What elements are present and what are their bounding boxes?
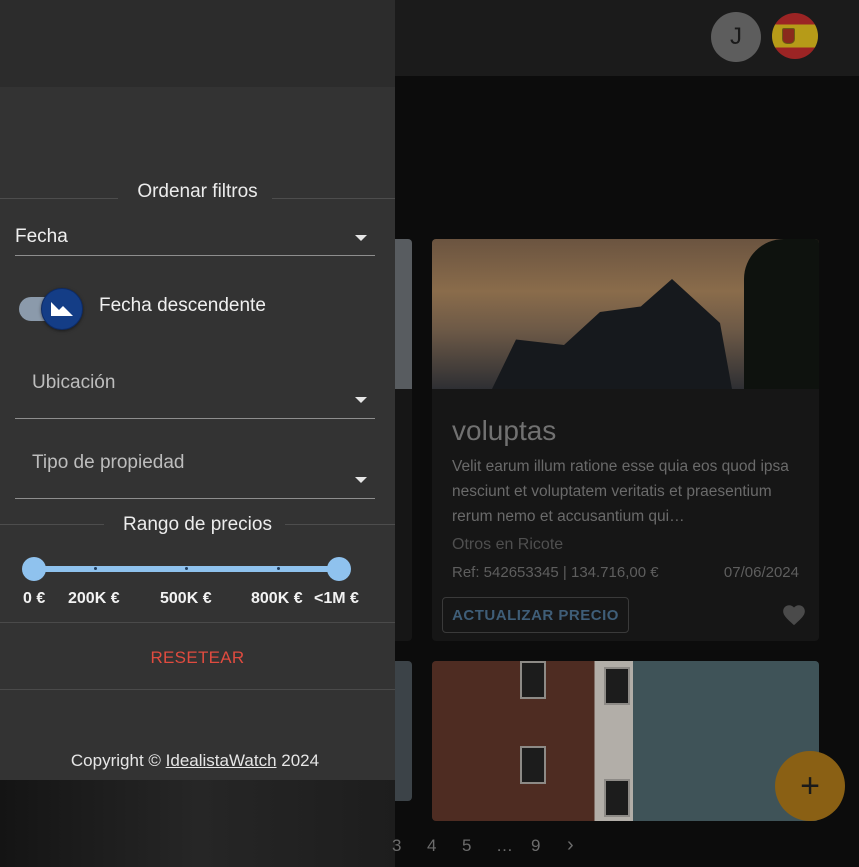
descending-chart-icon (51, 302, 73, 316)
page-link[interactable]: 3 (392, 836, 401, 856)
copyright-year: 2024 (281, 751, 320, 770)
divider (0, 689, 395, 690)
price-section-header: Rango de precios (0, 514, 395, 538)
page-link[interactable]: 9 (531, 836, 540, 856)
page-link[interactable]: 5 (462, 836, 471, 856)
sort-section-title: Ordenar filtros (137, 181, 258, 202)
tree-silhouette (744, 239, 819, 389)
filter-drawer: Ordenar filtros Fecha Fecha descendente … (0, 87, 395, 780)
update-price-button[interactable]: ACTUALIZAR PRECIO (442, 597, 629, 633)
roof-silhouette (492, 279, 732, 389)
reset-filters-button[interactable]: RESETEAR (0, 643, 395, 673)
price-range-slider[interactable] (22, 556, 352, 582)
brand-link[interactable]: IdealistaWatch (166, 751, 277, 770)
avatar-initial: J (730, 23, 742, 50)
sort-direction-label: Fecha descendente (99, 295, 266, 316)
price-mark-label: 800K € (251, 590, 303, 607)
slider-tick (277, 567, 280, 570)
caret-down-icon (355, 235, 367, 241)
user-avatar[interactable]: J (711, 12, 761, 62)
add-property-fab[interactable]: + (775, 751, 845, 821)
sort-field-value: Fecha (15, 226, 68, 247)
building-window (520, 661, 546, 699)
caret-down-icon (355, 477, 367, 483)
property-image (432, 239, 819, 389)
favorite-heart-icon[interactable] (781, 602, 807, 628)
flag-crest (782, 28, 795, 44)
page-link[interactable]: 4 (427, 836, 436, 856)
slider-tick (94, 567, 97, 570)
slider-max-handle[interactable] (327, 557, 351, 581)
toggle-thumb (41, 288, 83, 330)
building-window (520, 746, 546, 784)
sort-section-header: Ordenar filtros (0, 181, 395, 205)
property-card[interactable] (432, 661, 819, 821)
card-title: voluptas (452, 415, 557, 446)
property-card[interactable]: voluptas Velit earum illum ratione esse … (432, 239, 819, 641)
property-type-placeholder: Tipo de propiedad (32, 452, 185, 473)
price-section-title: Rango de precios (123, 514, 272, 535)
property-type-select[interactable]: Tipo de propiedad (15, 452, 375, 499)
property-image (432, 661, 819, 821)
card-description: Velit earum illum ratione esse quia eos … (452, 458, 789, 525)
divider (0, 622, 395, 623)
price-mark-label: 200K € (68, 590, 120, 607)
price-mark-label: 500K € (160, 590, 212, 607)
slider-min-handle[interactable] (22, 557, 46, 581)
copyright-prefix: Copyright © (70, 751, 161, 770)
location-select[interactable]: Ubicación (15, 372, 375, 419)
sort-direction-toggle[interactable] (19, 288, 83, 330)
copyright-footer: Copyright © IdealistaWatch 2024 (0, 751, 390, 771)
slider-tick (185, 567, 188, 570)
location-placeholder: Ubicación (32, 372, 116, 393)
page-ellipsis: … (496, 836, 513, 855)
spain-flag-icon[interactable] (772, 13, 818, 59)
background-footer-blur (0, 780, 395, 867)
price-mark-label: 0 € (23, 590, 46, 607)
caret-down-icon (355, 397, 367, 403)
price-mark-label: <1M € (314, 590, 359, 607)
card-reference-price: Ref: 542653345 | 134.716,00 € (452, 564, 659, 581)
chevron-right-icon[interactable]: › (567, 834, 574, 857)
building-window (604, 779, 630, 817)
card-date: 07/06/2024 (723, 564, 799, 581)
card-location: Otros en Ricote (452, 536, 564, 553)
sort-field-select[interactable]: Fecha (15, 219, 375, 256)
building-window (604, 667, 630, 705)
plus-icon: + (800, 766, 820, 805)
drawer-header (0, 0, 395, 87)
